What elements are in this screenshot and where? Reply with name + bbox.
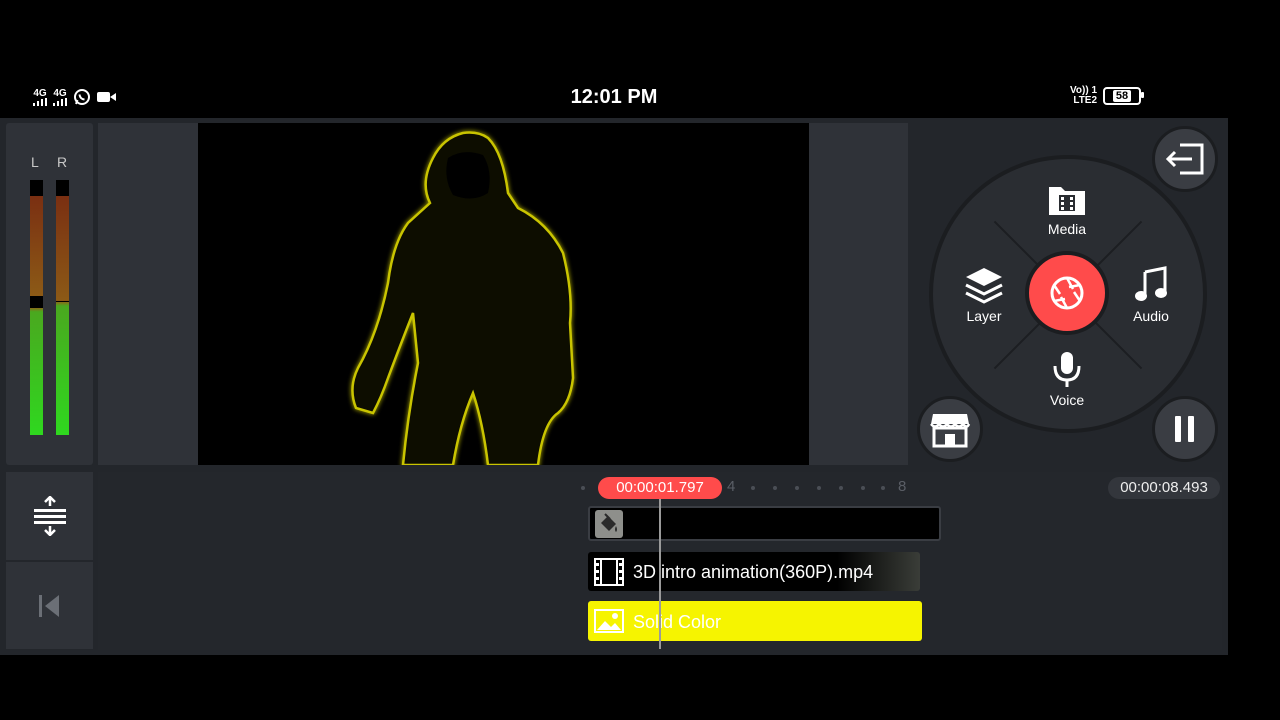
image-icon	[594, 609, 624, 633]
ruler-tick	[773, 486, 777, 490]
ruler-tick	[581, 486, 585, 490]
ruler-tick	[751, 486, 755, 490]
layers-icon	[965, 268, 1003, 304]
layer-button[interactable]: Layer	[944, 266, 1024, 324]
video-clip-track[interactable]: 3D intro animation(360P).mp4	[588, 552, 920, 591]
video-clip-label: 3D intro animation(360P).mp4	[633, 562, 874, 582]
paint-bucket-icon	[595, 510, 623, 538]
music-note-icon	[1135, 266, 1167, 301]
exit-icon	[1165, 143, 1204, 175]
meter-right-bar	[56, 180, 69, 435]
media-button[interactable]: Media	[1027, 183, 1107, 237]
exit-button[interactable]	[1152, 126, 1218, 192]
volte-indicator: Vo)) 1 LTE2	[1070, 86, 1097, 106]
media-folder-icon	[1049, 187, 1085, 215]
ruler-tick	[795, 486, 799, 490]
lte-label: LTE2	[1073, 95, 1098, 106]
hooded-figure-image	[351, 131, 575, 465]
status-clock: 12:01 PM	[570, 86, 658, 108]
skip-to-start-button[interactable]	[6, 562, 93, 649]
audio-label: Audio	[1133, 308, 1169, 324]
timeline-playhead[interactable]	[659, 499, 661, 649]
audio-button[interactable]: Audio	[1111, 266, 1191, 324]
ruler-label-8: 8	[898, 478, 907, 495]
ruler-tick	[839, 486, 843, 490]
skip-to-start-icon	[38, 594, 59, 617]
pause-icon	[1175, 416, 1194, 442]
voice-button[interactable]: Voice	[1027, 350, 1107, 408]
ruler-label-4: 4	[727, 478, 736, 495]
status-bar-right: Vo)) 1 LTE2 58	[1070, 86, 1145, 106]
film-icon	[594, 558, 624, 586]
meter-left-bar	[30, 180, 43, 435]
solid-color-label: Solid Color	[633, 612, 722, 632]
record-button[interactable]	[1025, 251, 1109, 335]
meter-left-label: L	[31, 154, 39, 170]
ruler-tick	[817, 486, 821, 490]
split-timeline-icon	[33, 496, 66, 536]
media-label: Media	[1047, 221, 1087, 237]
voice-label: Voice	[1049, 392, 1085, 408]
camera-shutter-icon	[1050, 276, 1084, 310]
ruler-tick	[881, 486, 885, 490]
meter-right-label: R	[57, 154, 68, 170]
layer-label: Layer	[966, 308, 1002, 324]
solid-color-track[interactable]: Solid Color	[588, 601, 922, 641]
total-duration-badge: 00:00:08.493	[1108, 477, 1220, 499]
battery-icon: 58	[1103, 87, 1145, 105]
expand-timeline-button[interactable]	[6, 472, 93, 560]
microphone-icon	[1053, 352, 1081, 387]
current-time-badge: 00:00:01.797	[598, 477, 722, 499]
store-icon	[930, 414, 971, 448]
battery-level: 58	[1112, 90, 1132, 102]
ruler-tick	[861, 486, 865, 490]
video-preview[interactable]	[198, 123, 809, 465]
paint-layer-track[interactable]	[588, 506, 941, 541]
asset-store-button[interactable]	[917, 396, 983, 462]
audio-level-meter: L R	[6, 123, 93, 465]
pause-button[interactable]	[1152, 396, 1218, 462]
